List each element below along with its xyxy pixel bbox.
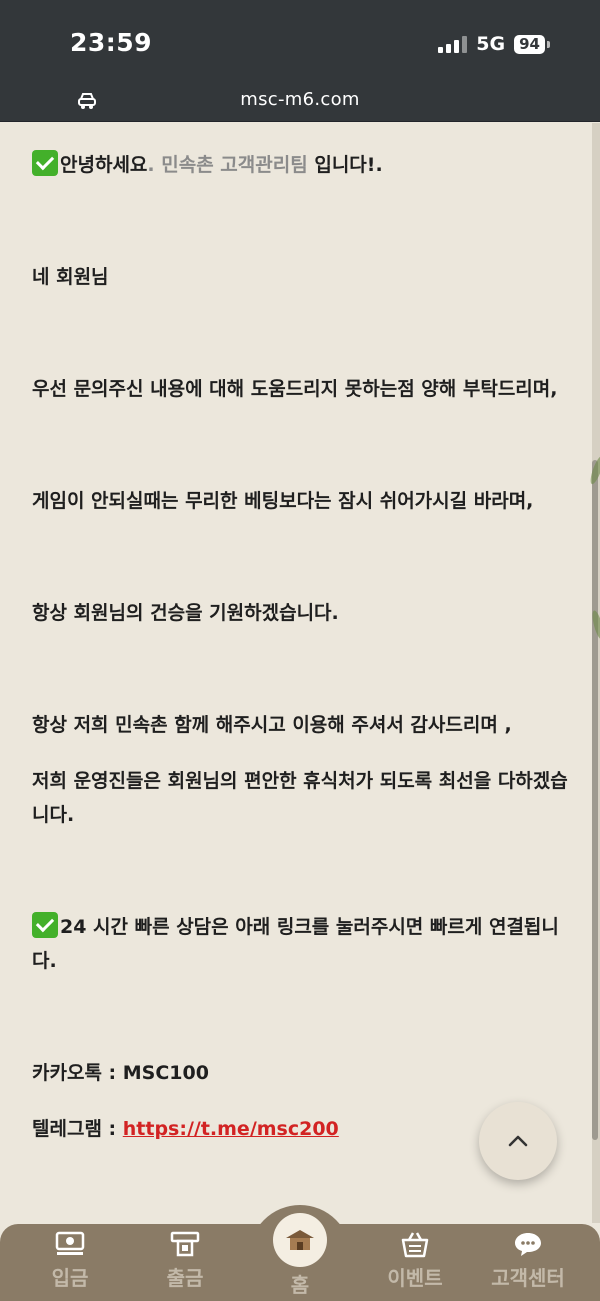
check-mark-icon [32, 150, 58, 176]
rest-line: 게임이 안되실때는 무리한 베팅보다는 잠시 쉬어가시길 바라며, [32, 490, 534, 512]
nav-withdraw[interactable]: 출금 [135, 1230, 235, 1291]
chat-support-icon [515, 1233, 541, 1256]
nav-label: 입금 [51, 1266, 89, 1290]
nav-label: 고객센터 [491, 1266, 565, 1290]
scroll-top-button[interactable] [479, 1102, 557, 1180]
status-bar: 23:59 5G 94 [0, 0, 600, 80]
status-time: 23:59 [70, 28, 153, 57]
team-name: 민속촌 고객관리팀 [161, 154, 308, 176]
contact-line: 24 시간 빠른 상담은 아래 링크를 눌러주시면 빠르게 연결됩니다. [32, 910, 572, 978]
thanks-line: 항상 저희 민속촌 함께 해주시고 이용해 주셔서 감사드리며 , [32, 714, 512, 736]
home-icon [286, 1230, 314, 1250]
greeting-line: 안녕하세요. 민속촌 고객관리팀 입니다!. [32, 148, 572, 182]
nav-home[interactable] [273, 1213, 327, 1267]
browser-url-bar[interactable]: msc-m6.com [0, 80, 600, 122]
nav-event[interactable]: 이벤트 [365, 1230, 465, 1291]
scrollbar-thumb[interactable] [592, 460, 598, 1140]
member-line: 네 회원님 [32, 266, 109, 288]
nav-label: 홈 [290, 1273, 310, 1297]
chevron-up-icon [508, 1135, 528, 1147]
url-text[interactable]: msc-m6.com [0, 89, 600, 110]
deposit-icon [55, 1231, 85, 1255]
check-mark-icon [32, 912, 58, 938]
battery-icon: 94 [514, 34, 550, 54]
nav-support[interactable]: 고객센터 [478, 1230, 578, 1291]
wish-line: 항상 회원님의 건승을 기원하겠습니다. [32, 602, 339, 624]
nav-deposit[interactable]: 입금 [20, 1230, 120, 1291]
withdraw-icon [170, 1231, 200, 1257]
network-type: 5G [476, 33, 506, 55]
telegram-link[interactable]: https://t.me/msc200 [123, 1118, 339, 1140]
apology-line: 우선 문의주신 내용에 대해 도움드리지 못하는점 양해 부탁드리며, [32, 378, 558, 400]
staff-line: 저희 운영진들은 회원님의 편안한 휴식처가 되도록 최선을 다하겠습니다. [32, 770, 568, 826]
kakao-line: 카카오톡 : MSC100 [32, 1062, 209, 1084]
nav-label: 출금 [166, 1266, 204, 1290]
battery-level: 94 [514, 34, 545, 54]
kakao-id: MSC100 [122, 1062, 209, 1084]
gift-icon [401, 1232, 429, 1258]
nav-label: 이벤트 [387, 1266, 443, 1290]
signal-icon [438, 35, 468, 53]
status-indicators: 5G 94 [438, 33, 550, 55]
